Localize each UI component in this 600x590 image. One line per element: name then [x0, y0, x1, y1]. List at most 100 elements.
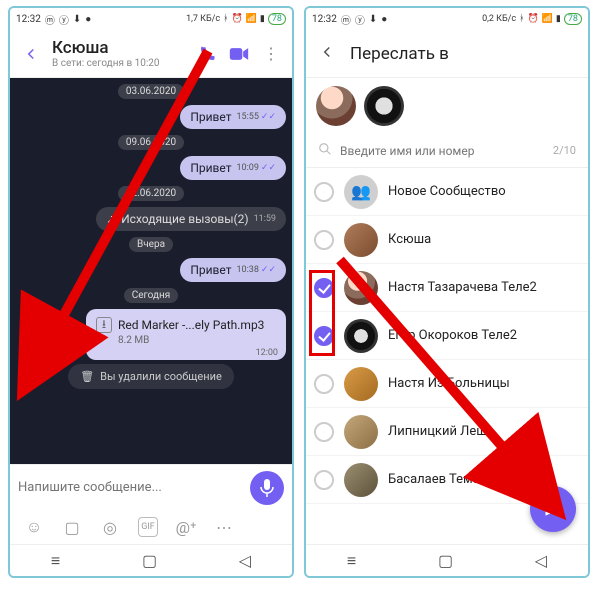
contact-row[interactable]: Егор Окороков Теле2 — [306, 312, 588, 360]
back-button[interactable] — [20, 43, 42, 65]
file-message-bubble[interactable]: ⭳ Red Marker -...ely Path.mp3 8.2 MB 12:… — [86, 309, 286, 360]
gallery-icon[interactable]: ▢ — [62, 517, 82, 537]
selection-counter: 2/10 — [553, 144, 576, 157]
battery-icon: 78 — [268, 13, 286, 25]
contact-name: Настя Из Больницы — [388, 376, 578, 391]
search-input[interactable] — [340, 144, 545, 158]
status-icon: ⓜ — [45, 12, 55, 27]
status-icon: ⓜ — [341, 12, 351, 27]
wifi-icon: 📶 — [246, 14, 257, 24]
signal-icon: ▮ — [556, 14, 561, 24]
forward-header: Переслать в — [306, 30, 588, 78]
chat-subtitle: В сети: сегодня в 10:20 — [52, 58, 186, 69]
contact-avatar — [344, 223, 378, 257]
status-time: 12:32 — [16, 14, 41, 25]
nav-back-button[interactable]: ◁ — [535, 551, 547, 570]
message-bubble[interactable]: Привет 15:55✓✓ — [180, 105, 286, 129]
wifi-icon: 📶 — [542, 14, 553, 24]
nav-menu-button[interactable]: ≡ — [347, 551, 356, 571]
status-icon: ● — [85, 14, 91, 25]
compose-toolbar: ☺ ▢ ◎ GIF @⁺ ⋯ — [10, 510, 292, 544]
download-icon[interactable]: ⭳ — [96, 317, 112, 333]
status-bar: 12:32 ⓜ ⓨ ⬇ ● 1,7 КБ/с ᚼ ⏰ 📶 ▮ 78 — [10, 8, 292, 30]
search-row: 2/10 — [306, 134, 588, 168]
compose-bar — [10, 464, 292, 510]
contact-row[interactable]: Настя Из Больницы — [306, 360, 588, 408]
gif-icon[interactable]: GIF — [138, 517, 158, 537]
contact-avatar: 👥 — [344, 175, 378, 209]
contact-avatar — [344, 463, 378, 497]
status-icon: ⓨ — [355, 12, 365, 27]
search-icon — [318, 142, 332, 159]
deleted-message: 🗑 Вы удалили сообщение — [68, 364, 234, 389]
android-navbar: ≡ ▢ ◁ — [306, 544, 588, 576]
net-speed: 0,2 КБ/с — [482, 14, 516, 24]
battery-icon: 78 — [564, 13, 582, 25]
alarm-icon: ⏰ — [527, 14, 538, 24]
contact-row[interactable]: 👥 Новое Сообщество — [306, 168, 588, 216]
nav-home-button[interactable]: ▢ — [142, 551, 157, 570]
status-time: 12:32 — [312, 14, 337, 25]
camera-icon[interactable]: ◎ — [100, 517, 120, 537]
contact-row[interactable]: Ксюша — [306, 216, 588, 264]
date-separator: 03.06.2020 — [118, 84, 184, 99]
contact-radio[interactable] — [314, 374, 334, 394]
contact-name: Ксюша — [388, 232, 578, 247]
message-bubble[interactable]: Привет 10:38✓✓ — [180, 258, 286, 282]
nav-menu-button[interactable]: ≡ — [51, 551, 60, 571]
mention-icon[interactable]: @⁺ — [176, 517, 196, 537]
contact-radio[interactable] — [314, 422, 334, 442]
nav-back-button[interactable]: ◁ — [239, 551, 251, 570]
bluetooth-icon: ᚼ — [519, 14, 524, 24]
selected-avatar[interactable] — [364, 86, 404, 126]
phone-chat-screen: 12:32 ⓜ ⓨ ⬇ ● 1,7 КБ/с ᚼ ⏰ 📶 ▮ 78 Ксюша … — [8, 6, 294, 578]
status-icon: ● — [381, 14, 387, 25]
date-separator: Вчера — [129, 237, 173, 252]
back-button[interactable] — [318, 43, 336, 65]
contact-name: Настя Тазарачева Теле2 — [388, 280, 578, 295]
status-icon: ⬇ — [73, 14, 81, 25]
sticker-icon[interactable]: ☺ — [24, 517, 44, 537]
contact-row[interactable]: Настя Тазарачева Теле2 — [306, 264, 588, 312]
outgoing-calls-bubble[interactable]: ↗ Исходящие вызовы(2) 11:59 — [96, 207, 286, 231]
send-button[interactable] — [530, 486, 576, 532]
date-separator: Сегодня — [124, 288, 179, 303]
signal-icon: ▮ — [260, 14, 265, 24]
contact-name: Егор Окороков Теле2 — [388, 328, 578, 343]
more-menu-button[interactable]: ⋮ — [260, 43, 282, 65]
status-bar: 12:32 ⓜ ⓨ ⬇ ● 0,2 КБ/с ᚼ ⏰ 📶 ▮ 78 — [306, 8, 588, 30]
chat-title[interactable]: Ксюша — [52, 38, 186, 58]
contact-radio[interactable] — [314, 182, 334, 202]
voice-record-button[interactable] — [250, 471, 284, 505]
contact-radio[interactable] — [314, 470, 334, 490]
contact-name: Басалаев Тема — [388, 472, 578, 487]
forward-title: Переслать в — [350, 44, 449, 64]
chat-header: Ксюша В сети: сегодня в 10:20 ⋮ — [10, 30, 292, 78]
contact-avatar — [344, 271, 378, 305]
message-input[interactable] — [18, 480, 244, 495]
nav-home-button[interactable]: ▢ — [438, 551, 453, 570]
contact-radio[interactable] — [314, 230, 334, 250]
contact-avatar — [344, 319, 378, 353]
contact-name: Новое Сообщество — [388, 184, 578, 199]
bluetooth-icon: ᚼ — [223, 14, 228, 24]
status-icon: ⬇ — [369, 14, 377, 25]
android-navbar: ≡ ▢ ◁ — [10, 544, 292, 576]
date-separator: 12.06.2020 — [118, 186, 184, 201]
message-bubble[interactable]: Привет 10:09✓✓ — [180, 156, 286, 180]
forward-message-button[interactable] — [58, 325, 78, 344]
contact-name: Липницкий Леша — [388, 424, 578, 439]
annotation-highlight-box — [309, 270, 335, 356]
voice-call-button[interactable] — [196, 43, 218, 65]
selected-avatar[interactable] — [316, 86, 356, 126]
net-speed: 1,7 КБ/с — [186, 14, 220, 24]
chat-body[interactable]: 03.06.2020 Привет 15:55✓✓ 09.06.2020 При… — [10, 78, 292, 464]
phone-icon: ↗ — [106, 212, 116, 226]
selected-recipients-strip — [306, 78, 588, 134]
more-icon[interactable]: ⋯ — [214, 517, 234, 537]
contact-row[interactable]: Липницкий Леша — [306, 408, 588, 456]
video-call-button[interactable] — [228, 43, 250, 65]
file-time: 12:00 — [256, 348, 278, 358]
file-size: 8.2 MB — [96, 335, 276, 346]
phone-forward-screen: 12:32 ⓜ ⓨ ⬇ ● 0,2 КБ/с ᚼ ⏰ 📶 ▮ 78 Пересл… — [304, 6, 590, 578]
